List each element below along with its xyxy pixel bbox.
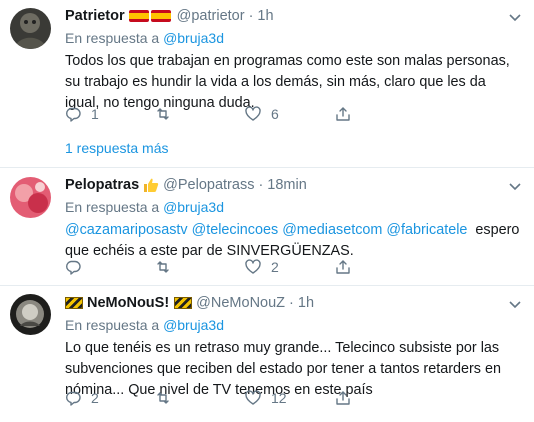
thumbs-up-icon	[144, 178, 159, 192]
tweet[interactable]: Pelopatras @Pelopatrass · 18min En respu…	[0, 168, 534, 286]
tweet-header: NeMoNouS! @NeMoNouZ · 1h	[65, 294, 524, 312]
show-more-replies-link[interactable]: 1 respuesta más	[65, 140, 169, 156]
retweet-button[interactable]	[155, 106, 245, 122]
tweet-actions: 2 12	[65, 389, 425, 407]
reply-to-link[interactable]: @bruja3d	[163, 317, 224, 333]
mention-link[interactable]: @cazamariposastv	[65, 222, 188, 238]
share-icon	[336, 391, 350, 405]
retweet-button[interactable]	[155, 390, 245, 406]
share-icon	[336, 107, 350, 121]
reply-icon	[66, 260, 81, 275]
reply-button[interactable]: 2	[65, 390, 155, 406]
reply-prefix: En respuesta a	[65, 199, 160, 215]
tweet[interactable]: Patrietor @patrietor · 1h En respuesta a…	[0, 0, 534, 168]
chevron-down-icon[interactable]	[508, 10, 522, 24]
spain-flag-icon	[128, 10, 173, 22]
retweet-icon	[157, 392, 169, 404]
avatar[interactable]	[10, 8, 51, 49]
text-fragment: espero	[475, 222, 520, 238]
reply-count: 1	[91, 106, 99, 122]
timestamp[interactable]: 1h	[257, 8, 273, 24]
tweet-actions: 1 6	[65, 105, 425, 123]
tweet-header: Patrietor @patrietor · 1h	[65, 7, 524, 25]
like-button[interactable]: 12	[245, 390, 335, 406]
chevron-down-icon[interactable]	[508, 297, 522, 311]
mention-link[interactable]: @mediasetcom	[282, 222, 382, 238]
user-handle[interactable]: @NeMoNouZ	[196, 295, 285, 311]
timestamp[interactable]: 18min	[267, 177, 307, 193]
tweet-header: Pelopatras @Pelopatrass · 18min	[65, 176, 524, 194]
reply-button[interactable]	[65, 259, 155, 275]
tweet-text: @cazamariposastv @telecincoes @mediasetc…	[65, 220, 524, 262]
display-name[interactable]: NeMoNouS!	[87, 295, 169, 311]
like-count: 2	[271, 259, 279, 275]
timestamp[interactable]: 1h	[298, 295, 314, 311]
heart-icon	[245, 390, 261, 405]
heart-icon	[245, 259, 261, 274]
separator-dot: ·	[248, 8, 254, 24]
reply-prefix: En respuesta a	[65, 30, 160, 46]
reply-count: 2	[91, 390, 99, 406]
reply-context: En respuesta a @bruja3d	[65, 316, 524, 334]
like-count: 12	[271, 390, 287, 406]
mention-link[interactable]: @fabricatele	[386, 222, 467, 238]
replies-feed: Patrietor @patrietor · 1h En respuesta a…	[0, 0, 534, 422]
reply-context: En respuesta a @bruja3d	[65, 198, 524, 216]
share-icon	[336, 260, 350, 274]
display-name[interactable]: Patrietor	[65, 8, 125, 24]
retweet-icon	[157, 261, 169, 273]
reply-to-link[interactable]: @bruja3d	[163, 30, 224, 46]
like-count: 6	[271, 106, 279, 122]
reply-context: En respuesta a @bruja3d	[65, 29, 524, 47]
avatar[interactable]	[10, 294, 51, 335]
retweet-button[interactable]	[155, 259, 245, 275]
reply-icon	[66, 391, 81, 406]
separator-dot: ·	[258, 177, 264, 193]
heart-icon	[245, 106, 261, 121]
user-handle[interactable]: @Pelopatrass	[163, 177, 254, 193]
share-button[interactable]	[335, 390, 425, 406]
reply-icon	[66, 107, 81, 122]
like-button[interactable]: 2	[245, 259, 335, 275]
separator-dot: ·	[289, 295, 294, 311]
reply-to-link[interactable]: @bruja3d	[163, 199, 224, 215]
reply-prefix: En respuesta a	[65, 317, 160, 333]
share-button[interactable]	[335, 259, 425, 275]
like-button[interactable]: 6	[245, 106, 335, 122]
construction-barrier-icon	[65, 297, 83, 309]
avatar[interactable]	[10, 177, 51, 218]
display-name[interactable]: Pelopatras	[65, 177, 139, 193]
share-button[interactable]	[335, 106, 425, 122]
tweet-actions: 2	[65, 258, 425, 276]
user-handle[interactable]: @patrietor	[177, 8, 245, 24]
reply-button[interactable]: 1	[65, 106, 155, 122]
chevron-down-icon[interactable]	[508, 179, 522, 193]
construction-barrier-icon	[174, 297, 193, 309]
mention-link[interactable]: @telecincoes	[192, 222, 279, 238]
tweet[interactable]: NeMoNouS! @NeMoNouZ · 1h En respuesta a …	[0, 286, 534, 422]
retweet-icon	[157, 108, 169, 120]
